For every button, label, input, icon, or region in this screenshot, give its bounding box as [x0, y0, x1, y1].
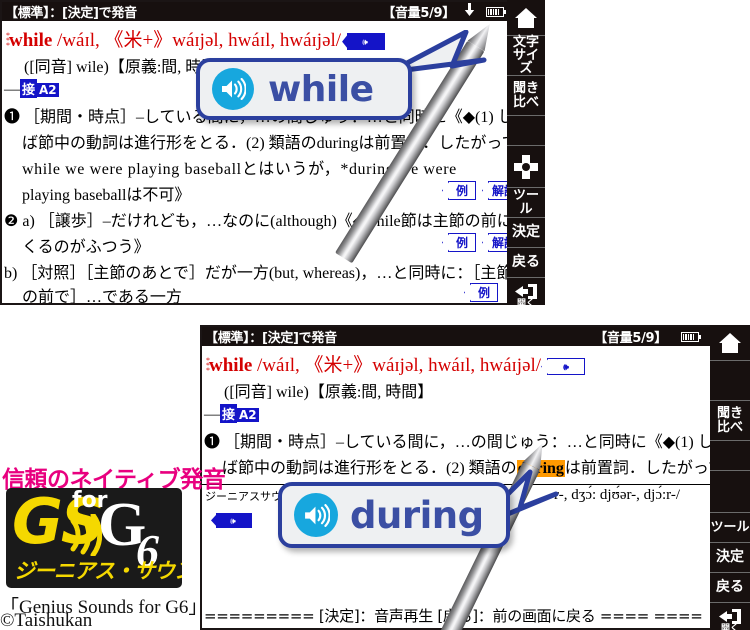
while-callout-word: while	[268, 68, 374, 110]
top-line-7: ❷ a) ［譲歩］–だけれども，…なのに(although)《◆while節は主…	[4, 213, 507, 230]
sound-panel-speaker-row: 🕪	[216, 511, 252, 529]
dpad-icon	[514, 154, 538, 179]
example-button[interactable]: 例	[448, 233, 476, 252]
sidebar-item-blank-3[interactable]	[710, 471, 750, 513]
sidebar-item-back[interactable]: 戻る	[507, 248, 545, 278]
logo-kana-text: ジーニアス・サウンズ	[14, 559, 182, 583]
top-line-4: ば節中の動詞は進行形をとる．(2) 類語のduringは前置詞．したがって	[22, 135, 507, 152]
open-label: 開く	[516, 299, 535, 310]
bottom-headword: while	[209, 355, 253, 376]
sidebar-item-listen-compare[interactable]: 聞き 比べ	[507, 76, 545, 116]
top-refbtn-row-3: 例	[462, 283, 498, 302]
top-line-9: b) ［対照］［主節のあとで］だが一方(but, whereas)，…と同時に：…	[4, 265, 507, 282]
example-button[interactable]: 例	[470, 283, 498, 302]
speaker-icon: 🕪	[230, 516, 236, 527]
sidebar-item-blank-2[interactable]	[710, 441, 750, 471]
sidebar-item-blank-1[interactable]	[710, 361, 750, 401]
top-titlebar: 【標準】：[決定]で発音 【音量5/9】	[2, 2, 507, 21]
listen-compare-label-line1: 聞き	[512, 81, 539, 97]
sidebar-item-tool[interactable]: ツール	[710, 513, 750, 543]
home-icon	[515, 7, 537, 28]
download-arrow-icon	[463, 2, 476, 21]
bottom-pronunciation: /wáɪl, 《米+》wáɪjəl, hwáɪl, hwáɪjəl/	[257, 355, 542, 376]
sidebar-item-open[interactable]: 開く	[710, 603, 750, 630]
speaker-icon: 🕪	[563, 363, 569, 374]
top-headword: while	[9, 30, 53, 51]
sidebar-item-back[interactable]: 戻る	[710, 573, 750, 603]
bottom-line-1: ([同音] wile)【原義:間, 時間】	[224, 384, 434, 401]
bottom-line-4-post: は前置詞．したがって	[564, 460, 710, 477]
logo-caption-line2: ©Taishukan	[0, 610, 93, 630]
bottom-titlebar: 【標準】：[決定]で発音 【音量5/9】	[202, 327, 710, 346]
top-headword-line: * * *while /wáɪl, 《米+》wáɪjəl, hwáɪl, hwáɪj…	[6, 25, 386, 52]
tag-a2-box: A2	[237, 408, 259, 422]
top-pronunciation: /wáɪl, 《米+》wáɪjəl, hwáɪl, hwáɪjəl/	[57, 30, 342, 51]
sidebar-item-home[interactable]	[507, 0, 545, 36]
dash-glyph: —	[4, 81, 20, 98]
battery-icon	[486, 6, 504, 17]
sidebar-item-enter[interactable]: 決定	[710, 543, 750, 573]
tag-setsuzoku: 接	[20, 79, 38, 98]
bottom-speaker-button[interactable]: 🕪	[547, 358, 586, 376]
bottom-side-key-column: 聞き 比べ ツール 決定 戻る 開く	[710, 325, 750, 630]
screenshot-root: 【標準】：[決定]で発音 【音量5/9】 * * *while /wáɪl, 《米+…	[0, 0, 750, 630]
speaker-icon	[294, 493, 338, 537]
logo-badge: GS for G 6 ジーニアス・サウンズ	[6, 488, 182, 588]
explanation-button[interactable]: 解説	[488, 181, 507, 200]
open-icon	[719, 609, 741, 625]
bottom-line-4: ば節中の動詞は進行形をとる．(2) 類語のduringは前置詞．したがって	[222, 454, 710, 478]
example-button[interactable]: 例	[448, 181, 476, 200]
top-volume-text: 【音量5/9】	[382, 6, 455, 21]
while-callout: while	[196, 58, 412, 120]
bottom-headword-line: * * *while /wáɪl, 《米+》wáɪjəl, hwáɪl, hwáɪj…	[206, 350, 586, 377]
font-size-label-line1: 文字	[512, 34, 539, 50]
speaker-icon	[212, 68, 254, 110]
bottom-device-screen: 【標準】：[決定]で発音 【音量5/9】 * * *while /wáɪl, 《米+…	[202, 327, 710, 628]
explanation-button[interactable]: 解説	[488, 233, 507, 252]
sidebar-item-enter[interactable]: 決定	[507, 218, 545, 248]
home-icon	[719, 332, 741, 353]
top-refbtn-row-1: 例 解説	[440, 181, 507, 200]
battery-icon	[681, 331, 699, 342]
listen-compare-label-line2: 比べ	[512, 94, 539, 110]
bottom-mode-text: 【標準】：[決定]で発音	[205, 331, 337, 346]
top-line-2-pos: — 接 A2	[4, 79, 59, 99]
top-side-key-column: 文字 サイズ 聞き 比べ ツール 決定 戻る 開く	[507, 0, 545, 309]
open-label: 開く	[720, 624, 739, 630]
open-icon	[515, 284, 537, 300]
tag-a2: A2	[37, 83, 59, 97]
sidebar-item-open[interactable]: 開く	[507, 278, 545, 315]
top-line-8: くるのがふつう》	[22, 239, 150, 256]
tag-setsuzoku-box: 接	[220, 404, 238, 423]
bottom-line-3: ❶ ［期間・時点］–している間に，…の間じゅう：…と同時に《◆(1) しばし	[204, 434, 710, 451]
sidebar-item-listen-compare[interactable]: 聞き 比べ	[710, 401, 750, 441]
top-line-6: playing baseballは不可》	[22, 181, 190, 205]
top-refbtn-row-2: 例 解説	[440, 233, 507, 252]
listen-compare-label-line2: 比べ	[716, 419, 743, 435]
top-mode-text: 【標準】：[決定]で発音	[5, 6, 137, 21]
listen-compare-label-line1: 聞き	[716, 406, 743, 422]
bottom-volume-text: 【音量5/9】	[594, 331, 667, 346]
sidebar-item-dpad[interactable]	[507, 146, 545, 188]
sidebar-item-home[interactable]	[710, 325, 750, 361]
during-callout: during	[278, 482, 510, 548]
sidebar-item-tool[interactable]: ツール	[507, 188, 545, 218]
during-callout-word: during	[350, 493, 484, 537]
bottom-line-2-pos: ——接 A2接A2	[204, 404, 259, 424]
sidebar-item-font-size[interactable]: 文字 サイズ	[507, 34, 545, 77]
dash-glyph: —	[204, 406, 220, 423]
font-size-label-line2: サイズ	[512, 47, 539, 77]
sound-panel-speaker-button[interactable]: 🕪	[216, 512, 252, 528]
top-line-10: の前で］…である一方	[22, 289, 182, 303]
speaker-icon: 🕪	[362, 38, 368, 49]
sidebar-item-blank-1[interactable]	[507, 116, 545, 146]
top-line-6-text: playing baseballは不可》	[22, 187, 191, 204]
